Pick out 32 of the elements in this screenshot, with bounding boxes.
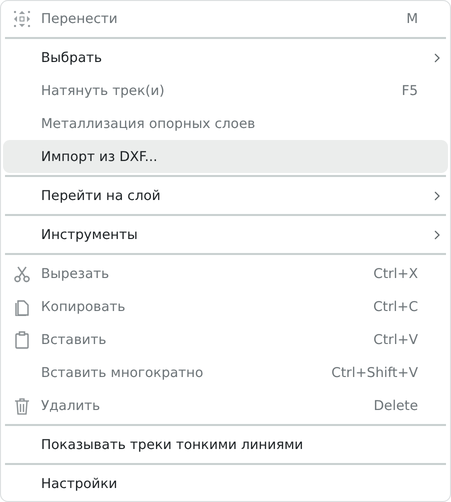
- item-label: Импорт из DXF...: [41, 148, 158, 164]
- menu-item[interactable]: Настройки: [3, 467, 448, 500]
- item-label: Копировать: [41, 298, 126, 314]
- copy-icon: [13, 298, 31, 316]
- item-label: Показывать треки тонкими линиями: [41, 436, 304, 452]
- shortcut-text: F5: [402, 82, 418, 98]
- menu-item[interactable]: Инструменты: [3, 218, 448, 251]
- trash-icon: [13, 396, 31, 414]
- clipboard-icon: [13, 330, 31, 348]
- shortcut-text: Ctrl+C: [373, 298, 418, 314]
- item-label: Вырезать: [41, 266, 110, 282]
- menu-item[interactable]: Импорт из DXF...: [3, 140, 448, 173]
- item-label: Вставить: [41, 332, 108, 348]
- item-label: Настройки: [41, 476, 118, 492]
- item-label: Натянуть трек(и): [41, 82, 166, 98]
- item-label: Перейти на слой: [41, 188, 162, 204]
- shortcut-text: Ctrl+X: [373, 266, 418, 282]
- shortcut-text: Ctrl+V: [373, 332, 418, 348]
- item-label: Металлизация опорных слоев: [41, 116, 256, 132]
- shortcut-text: Delete: [374, 398, 418, 414]
- item-label: Перенести: [41, 10, 119, 26]
- scissors-icon: [13, 264, 31, 282]
- shortcut-text: M: [406, 10, 418, 26]
- item-label: Выбрать: [41, 50, 103, 66]
- shortcut-text: Ctrl+Shift+V: [331, 364, 418, 380]
- item-label: Инструменты: [41, 226, 139, 242]
- menu-item[interactable]: Показывать треки тонкими линиями: [3, 428, 448, 461]
- item-label: Вставить многократно: [41, 364, 204, 380]
- menu-item[interactable]: Перейти на слой: [3, 179, 448, 212]
- menu-item[interactable]: Выбрать: [3, 41, 448, 74]
- item-label: Удалить: [41, 398, 102, 414]
- move-arrows-icon: [13, 10, 31, 28]
